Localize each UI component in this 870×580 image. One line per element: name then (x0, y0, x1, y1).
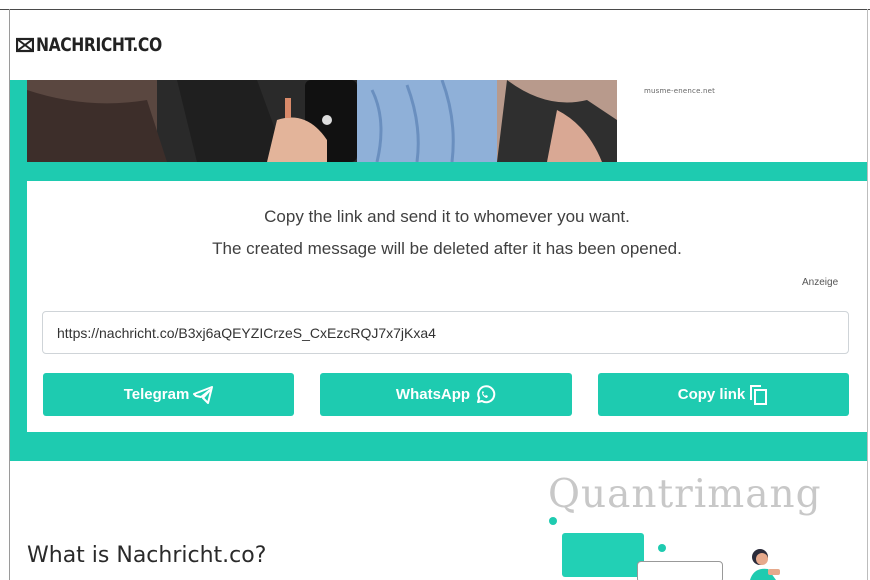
illustration-box (562, 533, 644, 577)
telegram-icon (193, 385, 214, 404)
instruction-line-1: Copy the link and send it to whomever yo… (264, 207, 630, 226)
instruction-line-2: The created message will be deleted afte… (212, 239, 682, 258)
copy-link-button-label: Copy link (677, 386, 746, 403)
about-heading: What is Nachricht.co? (27, 543, 267, 568)
ad-domain-text[interactable]: musme-enence.net (644, 87, 715, 95)
illustration-frame (637, 561, 723, 580)
copy-link-button[interactable]: Copy link (598, 373, 849, 416)
telegram-button[interactable]: Telegram (43, 373, 294, 416)
envelope-icon (16, 37, 34, 53)
copy-icon (750, 384, 768, 405)
illustration-dot (658, 544, 666, 552)
hero-photo-image (27, 80, 617, 162)
logo-text: NACHRICHT.CO (36, 34, 162, 56)
hero-photo (27, 80, 617, 162)
person-illustration (750, 549, 780, 580)
telegram-button-label: Telegram (123, 386, 190, 403)
ad-label: Anzeige (802, 277, 839, 288)
whatsapp-button[interactable]: WhatsApp (320, 373, 572, 416)
share-link-input[interactable] (42, 311, 849, 354)
watermark: Quantrimang (548, 472, 822, 517)
window-right-border (867, 9, 868, 580)
illustration-dot (549, 517, 557, 525)
whatsapp-icon (477, 384, 496, 403)
whatsapp-button-label: WhatsApp (395, 386, 471, 403)
site-header: NACHRICHT.CO (10, 10, 867, 80)
site-logo[interactable]: NACHRICHT.CO (16, 34, 189, 56)
